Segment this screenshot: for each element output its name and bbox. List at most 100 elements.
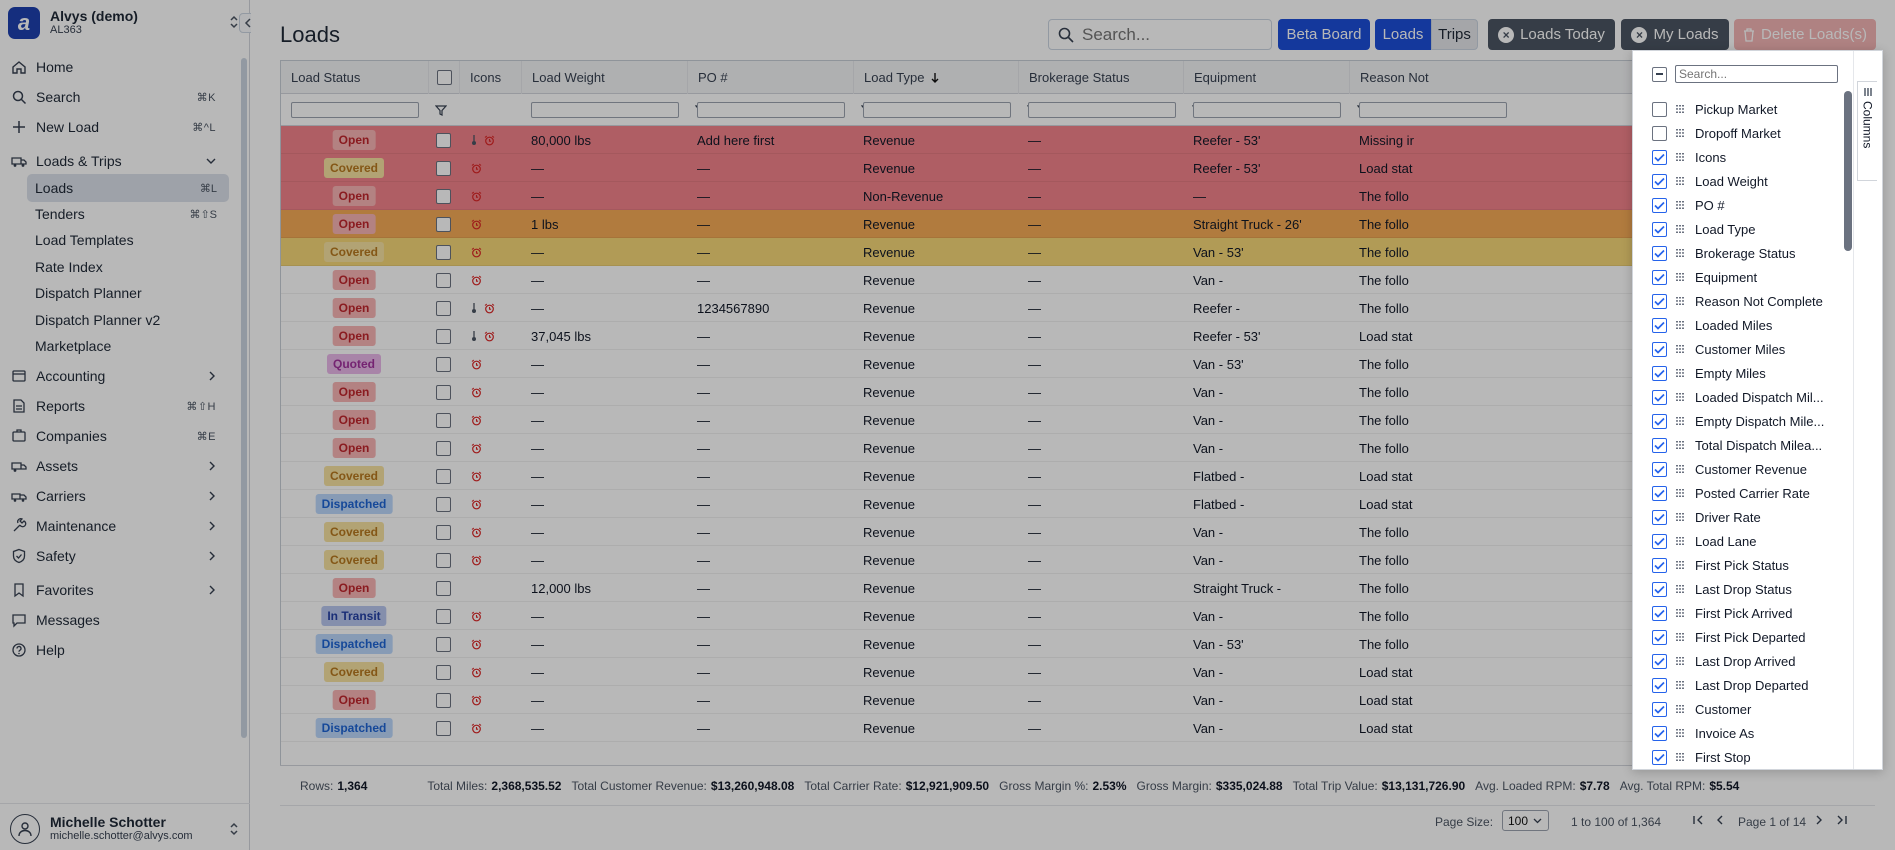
drag-handle-icon[interactable] bbox=[1675, 152, 1685, 162]
row-checkbox[interactable] bbox=[436, 272, 451, 288]
columns-panel-scrollbar[interactable] bbox=[1844, 91, 1852, 251]
column-visibility-checkbox[interactable] bbox=[1652, 101, 1667, 117]
nav-item-home[interactable]: Home bbox=[2, 53, 228, 81]
columns-search-input[interactable] bbox=[1675, 65, 1838, 83]
column-visibility-checkbox[interactable] bbox=[1652, 437, 1667, 453]
column-visibility-checkbox[interactable] bbox=[1652, 245, 1667, 261]
column-toggle-item[interactable]: Total Dispatch Milea... bbox=[1652, 433, 1852, 457]
drag-handle-icon[interactable] bbox=[1675, 392, 1685, 402]
drag-handle-icon[interactable] bbox=[1675, 704, 1685, 714]
first-page-icon[interactable] bbox=[1693, 815, 1705, 825]
column-visibility-checkbox[interactable] bbox=[1652, 389, 1667, 405]
row-checkbox[interactable] bbox=[436, 440, 451, 456]
select-all-checkbox[interactable] bbox=[437, 70, 452, 85]
sidebar-item-rate-index[interactable]: Rate Index bbox=[27, 253, 229, 281]
column-visibility-checkbox[interactable] bbox=[1652, 413, 1667, 429]
drag-handle-icon[interactable] bbox=[1675, 560, 1685, 570]
column-visibility-checkbox[interactable] bbox=[1652, 365, 1667, 381]
column-toggle-item[interactable]: First Pick Departed bbox=[1652, 625, 1852, 649]
drag-handle-icon[interactable] bbox=[1675, 320, 1685, 330]
column-visibility-checkbox[interactable] bbox=[1652, 557, 1667, 573]
loads-toggle-button[interactable]: Loads bbox=[1375, 19, 1431, 50]
row-checkbox[interactable] bbox=[436, 692, 451, 708]
drag-handle-icon[interactable] bbox=[1675, 200, 1685, 210]
row-checkbox[interactable] bbox=[436, 132, 451, 148]
column-toggle-item[interactable]: Last Drop Departed bbox=[1652, 673, 1852, 697]
column-toggle-item[interactable]: Icons bbox=[1652, 145, 1852, 169]
column-toggle-item[interactable]: Empty Dispatch Mile... bbox=[1652, 409, 1852, 433]
column-header[interactable]: Brokerage Status bbox=[1018, 61, 1183, 94]
column-header[interactable]: Icons bbox=[459, 61, 521, 94]
nav-item-companies[interactable]: Companies ⌘E bbox=[2, 422, 228, 450]
column-visibility-checkbox[interactable] bbox=[1652, 725, 1667, 741]
drag-handle-icon[interactable] bbox=[1675, 248, 1685, 258]
nav-item-assets[interactable]: Assets bbox=[2, 452, 228, 480]
column-visibility-checkbox[interactable] bbox=[1652, 533, 1667, 549]
row-checkbox[interactable] bbox=[436, 720, 451, 736]
nav-item-messages[interactable]: Messages bbox=[2, 606, 228, 634]
select-all-columns-checkbox[interactable] bbox=[1652, 66, 1667, 82]
next-page-icon[interactable] bbox=[1815, 815, 1823, 825]
prev-page-icon[interactable] bbox=[1716, 815, 1724, 825]
nav-item-search[interactable]: Search ⌘K bbox=[2, 83, 228, 111]
column-header[interactable]: Equipment bbox=[1183, 61, 1349, 94]
columns-side-tab[interactable]: Columns bbox=[1857, 81, 1877, 181]
sidebar-item-load-templates[interactable]: Load Templates bbox=[27, 226, 229, 254]
row-checkbox[interactable] bbox=[436, 468, 451, 484]
column-filter-input[interactable] bbox=[697, 102, 845, 118]
column-filter-input[interactable] bbox=[291, 102, 419, 118]
row-checkbox[interactable] bbox=[436, 244, 451, 260]
search-input[interactable] bbox=[1080, 23, 1260, 46]
column-toggle-item[interactable]: Load Lane bbox=[1652, 529, 1852, 553]
drag-handle-icon[interactable] bbox=[1675, 728, 1685, 738]
column-header[interactable]: Reason Not bbox=[1349, 61, 1469, 94]
row-checkbox[interactable] bbox=[436, 300, 451, 316]
row-checkbox[interactable] bbox=[436, 524, 451, 540]
page-size-select[interactable]: 100 bbox=[1502, 810, 1549, 831]
drag-handle-icon[interactable] bbox=[1675, 488, 1685, 498]
column-toggle-item[interactable]: Loaded Miles bbox=[1652, 313, 1852, 337]
column-header[interactable]: Load Status bbox=[281, 61, 428, 94]
column-toggle-item[interactable]: Driver Rate bbox=[1652, 505, 1852, 529]
column-visibility-checkbox[interactable] bbox=[1652, 269, 1667, 285]
column-toggle-item[interactable]: First Pick Arrived bbox=[1652, 601, 1852, 625]
my-loads-filter-button[interactable]: × My Loads bbox=[1621, 19, 1729, 50]
drag-handle-icon[interactable] bbox=[1675, 368, 1685, 378]
column-filter-input[interactable] bbox=[1193, 102, 1341, 118]
column-filter-input[interactable] bbox=[531, 102, 679, 118]
drag-handle-icon[interactable] bbox=[1675, 104, 1685, 114]
user-menu[interactable]: Michelle Schotter michelle.schotter@alvy… bbox=[10, 812, 238, 846]
row-checkbox[interactable] bbox=[436, 160, 451, 176]
column-visibility-checkbox[interactable] bbox=[1652, 221, 1667, 237]
column-visibility-checkbox[interactable] bbox=[1652, 485, 1667, 501]
nav-item-loads-trips[interactable]: Loads & Trips bbox=[2, 147, 228, 175]
sidebar-item-tenders[interactable]: Tenders ⌘⇧S bbox=[27, 200, 229, 228]
nav-item-new-load[interactable]: New Load ⌘^L bbox=[2, 113, 228, 141]
column-visibility-checkbox[interactable] bbox=[1652, 509, 1667, 525]
column-visibility-checkbox[interactable] bbox=[1652, 581, 1667, 597]
nav-item-carriers[interactable]: Carriers bbox=[2, 482, 228, 510]
column-toggle-item[interactable]: Last Drop Arrived bbox=[1652, 649, 1852, 673]
column-visibility-checkbox[interactable] bbox=[1652, 317, 1667, 333]
org-switcher[interactable]: a Alvys (demo) AL363 bbox=[8, 6, 238, 40]
drag-handle-icon[interactable] bbox=[1675, 128, 1685, 138]
drag-handle-icon[interactable] bbox=[1675, 656, 1685, 666]
row-checkbox[interactable] bbox=[436, 664, 451, 680]
column-visibility-checkbox[interactable] bbox=[1652, 173, 1667, 189]
sidebar-item-dispatch-planner-v2[interactable]: Dispatch Planner v2 bbox=[27, 306, 229, 334]
column-visibility-checkbox[interactable] bbox=[1652, 677, 1667, 693]
column-visibility-checkbox[interactable] bbox=[1652, 629, 1667, 645]
column-toggle-item[interactable]: Empty Miles bbox=[1652, 361, 1852, 385]
nav-item-accounting[interactable]: Accounting bbox=[2, 362, 228, 390]
row-checkbox[interactable] bbox=[436, 356, 451, 372]
row-checkbox[interactable] bbox=[436, 636, 451, 652]
column-toggle-item[interactable]: Customer Revenue bbox=[1652, 457, 1852, 481]
sidebar-item-marketplace[interactable]: Marketplace bbox=[27, 332, 229, 360]
nav-item-help[interactable]: Help bbox=[2, 636, 228, 664]
beta-board-button[interactable]: Beta Board bbox=[1278, 19, 1370, 50]
delete-loads-button[interactable]: Delete Loads(s) bbox=[1734, 19, 1876, 50]
sort-descending-icon[interactable] bbox=[931, 72, 939, 83]
column-toggle-item[interactable]: Reason Not Complete bbox=[1652, 289, 1852, 313]
column-toggle-item[interactable]: Loaded Dispatch Mil... bbox=[1652, 385, 1852, 409]
drag-handle-icon[interactable] bbox=[1675, 224, 1685, 234]
